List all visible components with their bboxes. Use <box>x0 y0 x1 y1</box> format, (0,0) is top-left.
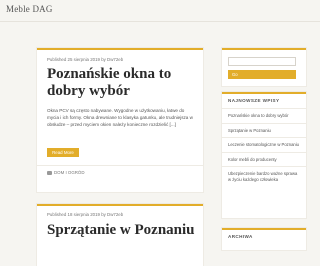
post-title[interactable]: Sprzątanie w Poznaniu <box>47 222 197 239</box>
archive-widget: ARCHIWA <box>222 228 306 250</box>
site-title[interactable]: Meble DAG <box>6 4 53 14</box>
post-meta-text: Published 18 sierpnia 2019 by Dw72eb <box>47 212 124 217</box>
recent-post-link[interactable]: Kolor mebli do producenty <box>222 151 306 167</box>
post-card: Published 25 sierpnia 2019 by Dw72eb Poz… <box>37 48 203 192</box>
search-input[interactable] <box>228 57 296 66</box>
recent-posts-widget: NAJNOWSZE WPISY Poznańskie okna to dobry… <box>222 92 306 218</box>
post-meta: Published 25 sierpnia 2019 by Dw72eb <box>47 57 123 62</box>
recent-post-link[interactable]: Poznańskie okna to dobry wybór <box>222 108 306 123</box>
post-footer-divider <box>37 165 203 166</box>
post-meta-text: Published 25 sierpnia 2019 by Dw72eb <box>47 57 124 62</box>
top-bar: Meble DAG <box>0 0 320 22</box>
post-card: Published 18 sierpnia 2019 by Dw72eb Spr… <box>37 204 203 266</box>
search-button[interactable]: Go <box>228 70 296 79</box>
post-title[interactable]: Poznańskie okna to dobry wybór <box>47 66 197 100</box>
read-more-button[interactable]: Read More <box>47 148 79 157</box>
post-category[interactable]: DOM I OGRÓD <box>47 170 85 175</box>
recent-posts-list: Poznańskie okna to dobry wybór Sprzątani… <box>222 108 306 187</box>
post-meta: Published 18 sierpnia 2019 by Dw72eb <box>47 212 123 217</box>
header-divider <box>0 21 320 22</box>
folder-icon <box>47 170 52 175</box>
recent-posts-title: NAJNOWSZE WPISY <box>228 98 280 103</box>
recent-post-link[interactable]: Leczenie stomatologiczne w Poznaniu <box>222 137 306 152</box>
recent-post-link[interactable]: Ubezpieczenie bardzo ważne sprawa w życi… <box>222 166 306 186</box>
recent-post-link[interactable]: Sprzątanie w Poznaniu <box>222 122 306 138</box>
post-category-label[interactable]: DOM I OGRÓD <box>54 170 85 175</box>
post-excerpt: Okna PCV są często nabywane. Wygodne w u… <box>47 108 193 127</box>
archive-title: ARCHIWA <box>228 234 253 239</box>
search-widget: Go <box>222 48 306 86</box>
